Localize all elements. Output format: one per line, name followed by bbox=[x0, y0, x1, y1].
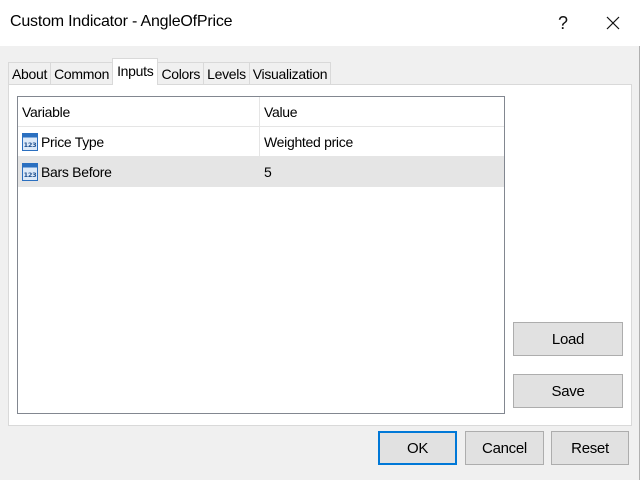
variable-name: Bars Before bbox=[41, 163, 112, 180]
numeric-123-icon: 123 bbox=[22, 162, 38, 181]
window-title: Custom Indicator - AngleOfPrice bbox=[10, 13, 233, 30]
cancel-button[interactable]: Cancel bbox=[465, 431, 544, 465]
row-value-cell[interactable]: 5 bbox=[260, 157, 504, 186]
load-button[interactable]: Load bbox=[513, 322, 623, 356]
table-row[interactable]: 123 Price Type Weighted price bbox=[18, 127, 504, 157]
header-variable[interactable]: Variable bbox=[18, 97, 260, 126]
save-button[interactable]: Save bbox=[513, 374, 623, 408]
svg-text:123: 123 bbox=[24, 141, 37, 149]
title-bar: Custom Indicator - AngleOfPrice ? bbox=[0, 0, 640, 46]
custom-indicator-dialog: Custom Indicator - AngleOfPrice ? About … bbox=[0, 0, 640, 480]
help-icon: ? bbox=[557, 12, 568, 33]
inputs-panel: Variable Value 123 Price Type Weighted p… bbox=[8, 84, 632, 426]
tab-colors[interactable]: Colors bbox=[157, 62, 205, 85]
tab-about[interactable]: About bbox=[8, 62, 52, 85]
close-button[interactable] bbox=[590, 0, 636, 46]
tab-levels[interactable]: Levels bbox=[203, 62, 250, 85]
tab-strip: About Common Inputs Colors Levels Visual… bbox=[8, 58, 332, 85]
tab-visualization[interactable]: Visualization bbox=[248, 62, 332, 85]
row-value-cell[interactable]: Weighted price bbox=[260, 127, 504, 156]
row-variable-cell[interactable]: 123 Price Type bbox=[18, 127, 260, 156]
row-variable-cell[interactable]: 123 Bars Before bbox=[18, 157, 260, 186]
grid-header: Variable Value bbox=[18, 97, 504, 127]
help-button[interactable]: ? bbox=[540, 0, 586, 46]
close-icon bbox=[606, 16, 620, 30]
table-row[interactable]: 123 Bars Before 5 bbox=[18, 157, 504, 187]
inputs-grid: Variable Value 123 Price Type Weighted p… bbox=[17, 96, 505, 414]
ok-button[interactable]: OK bbox=[378, 431, 457, 465]
header-value[interactable]: Value bbox=[260, 97, 504, 126]
numeric-123-icon: 123 bbox=[22, 132, 38, 151]
reset-button[interactable]: Reset bbox=[551, 431, 629, 465]
tab-common[interactable]: Common bbox=[50, 62, 114, 85]
tab-inputs[interactable]: Inputs bbox=[112, 58, 159, 85]
svg-text:123: 123 bbox=[24, 171, 37, 179]
variable-name: Price Type bbox=[41, 133, 104, 150]
